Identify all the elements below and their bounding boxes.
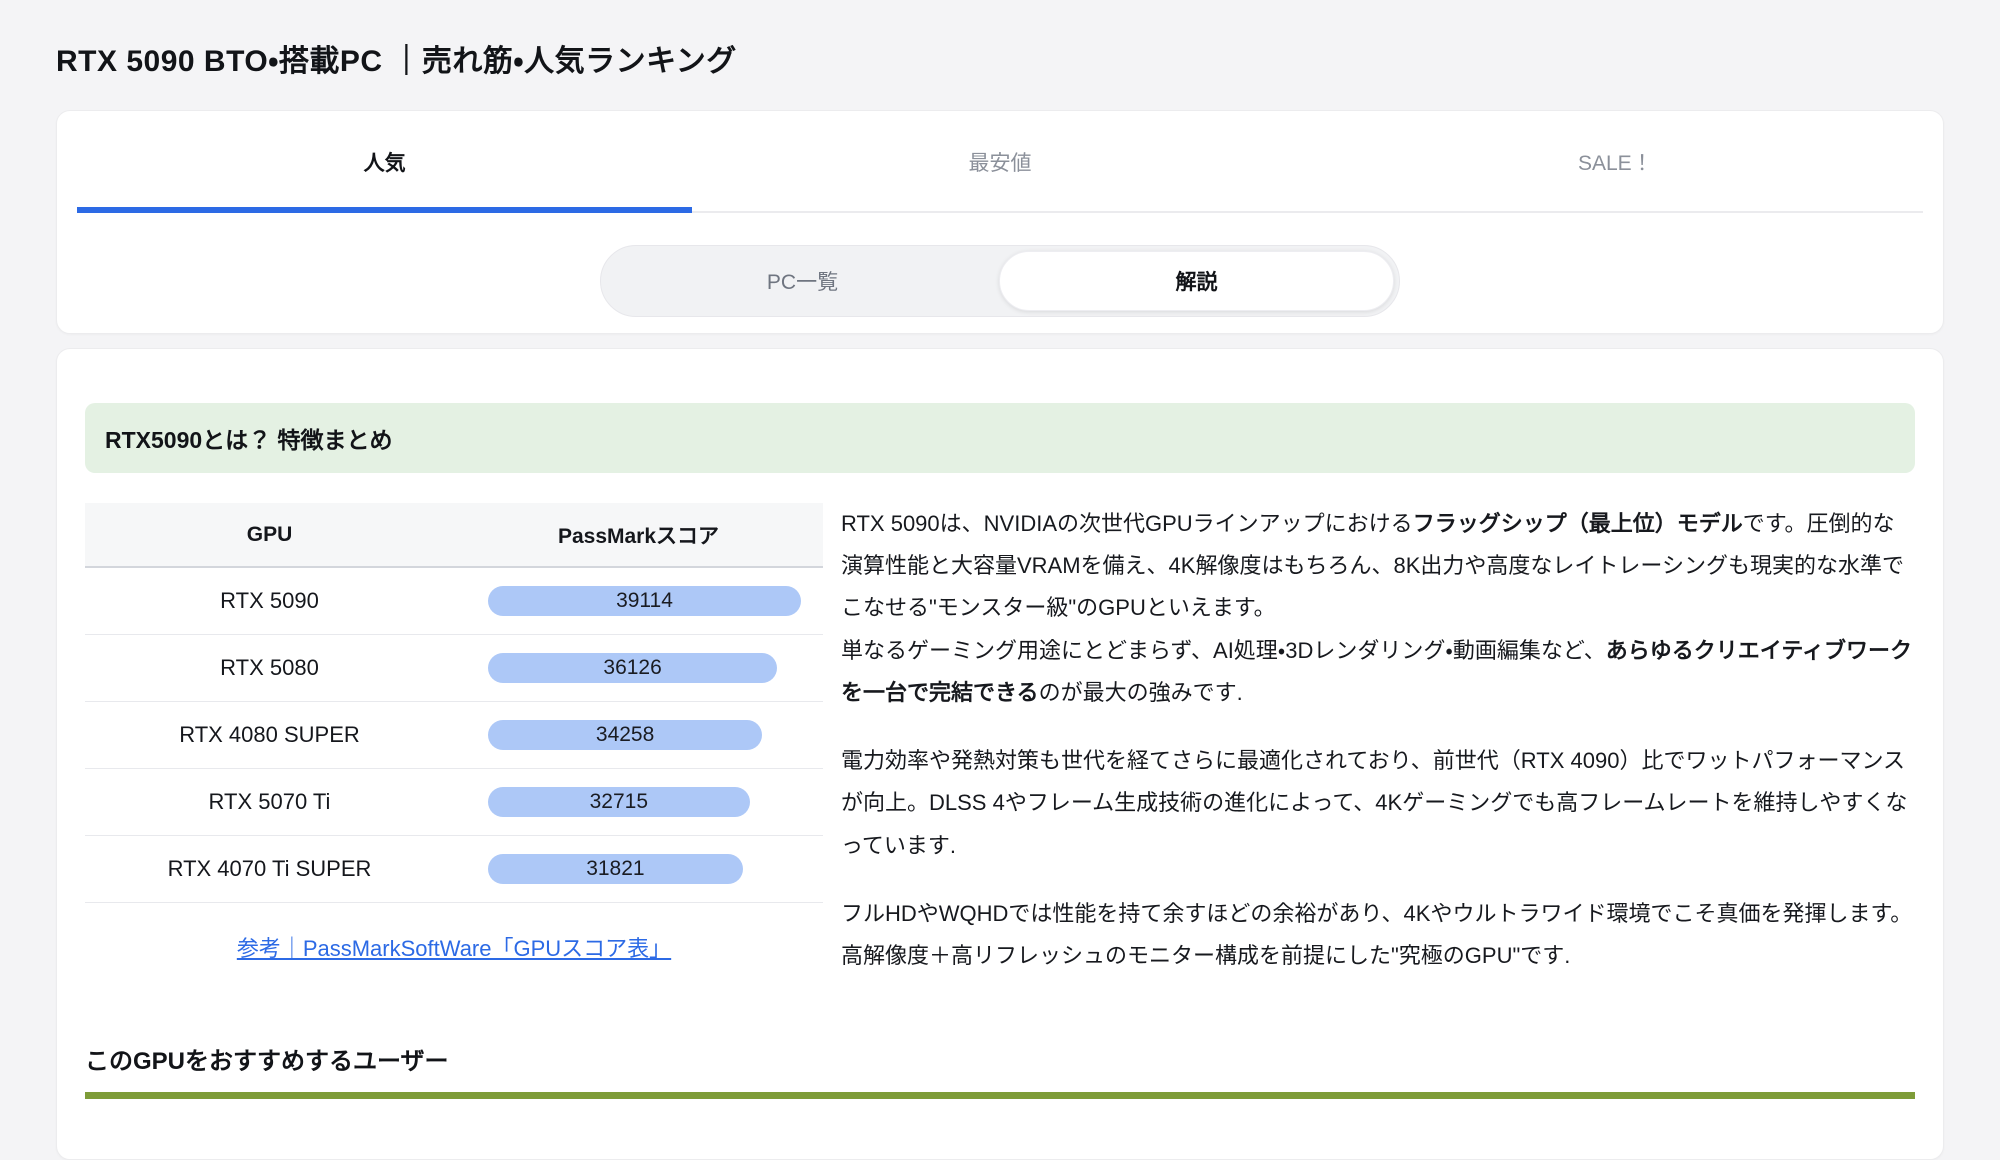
score-column: GPU PassMarkスコア RTX 5090 39114 xyxy=(85,503,823,977)
view-toggle: PC一覧 解説 xyxy=(600,245,1400,317)
score-bar: 39114 xyxy=(488,586,801,616)
gpu-name: RTX 5090 xyxy=(85,567,454,634)
score-bar: 32715 xyxy=(488,787,750,817)
score-cell: 36126 xyxy=(454,634,823,701)
passmark-source-link[interactable]: 参考｜PassMarkSoftWare「GPUスコア表」 xyxy=(85,931,823,963)
score-cell: 32715 xyxy=(454,768,823,835)
score-cell: 31821 xyxy=(454,835,823,902)
table-row: RTX 5090 39114 xyxy=(85,567,823,634)
bar-track: 36126 xyxy=(488,653,801,683)
page-title: RTX 5090 BTO・搭載PC ｜売れ筋・人気ランキング xyxy=(56,0,1944,80)
description-column: RTX 5090は、NVIDIAの次世代GPUラインアップにおけるフラッグシップ… xyxy=(841,503,1915,977)
gpu-name: RTX 4080 SUPER xyxy=(85,701,454,768)
column-header-gpu: GPU xyxy=(85,503,454,567)
bar-track: 39114 xyxy=(488,586,801,616)
passmark-score-table: GPU PassMarkスコア RTX 5090 39114 xyxy=(85,503,823,903)
gpu-name: RTX 4070 Ti SUPER xyxy=(85,835,454,902)
table-row: RTX 5080 36126 xyxy=(85,634,823,701)
score-cell: 39114 xyxy=(454,567,823,634)
recommended-users-heading: このGPUをおすすめするユーザー xyxy=(85,1041,1915,1076)
tab-sale[interactable]: SALE！ xyxy=(1308,147,1923,177)
toggle-pc-list[interactable]: PC一覧 xyxy=(606,251,999,311)
table-row: RTX 4080 SUPER 34258 xyxy=(85,701,823,768)
table-row: RTX 5070 Ti 32715 xyxy=(85,768,823,835)
table-header-row: GPU PassMarkスコア xyxy=(85,503,823,567)
ranking-tabs-card: 人気 最安値 SALE！ PC一覧 解説 xyxy=(56,110,1944,334)
toggle-explanation[interactable]: 解説 xyxy=(999,251,1394,311)
paragraph: フルHDやWQHDでは性能を持て余すほどの余裕があり、4Kやウルトラワイド環境で… xyxy=(841,893,1915,977)
bar-track: 32715 xyxy=(488,787,801,817)
content-row: GPU PassMarkスコア RTX 5090 39114 xyxy=(85,503,1915,977)
score-bar: 36126 xyxy=(488,653,777,683)
tab-popularity[interactable]: 人気 xyxy=(77,147,692,177)
tab-bar: 人気 最安値 SALE！ xyxy=(77,111,1923,213)
tab-lowest-price[interactable]: 最安値 xyxy=(692,147,1307,177)
column-header-passmark: PassMarkスコア xyxy=(454,503,823,567)
gpu-name: RTX 5080 xyxy=(85,634,454,701)
olive-divider xyxy=(85,1092,1915,1099)
page: RTX 5090 BTO・搭載PC ｜売れ筋・人気ランキング 人気 最安値 SA… xyxy=(0,0,2000,1160)
bar-track: 34258 xyxy=(488,720,801,750)
active-tab-underline xyxy=(77,207,692,213)
table-row: RTX 4070 Ti SUPER 31821 xyxy=(85,835,823,902)
score-bar: 34258 xyxy=(488,720,762,750)
paragraph: 電力効率や発熱対策も世代を経てさらに最適化されており、前世代（RTX 4090）… xyxy=(841,740,1915,867)
score-bar: 31821 xyxy=(488,854,743,884)
paragraph: RTX 5090は、NVIDIAの次世代GPUラインアップにおけるフラッグシップ… xyxy=(841,503,1915,714)
bar-track: 31821 xyxy=(488,854,801,884)
gpu-name: RTX 5070 Ti xyxy=(85,768,454,835)
explanation-card: RTX5090とは？ 特徴まとめ GPU PassMarkスコア RTX 509… xyxy=(56,348,1944,1160)
section-heading: RTX5090とは？ 特徴まとめ xyxy=(85,403,1915,473)
score-cell: 34258 xyxy=(454,701,823,768)
